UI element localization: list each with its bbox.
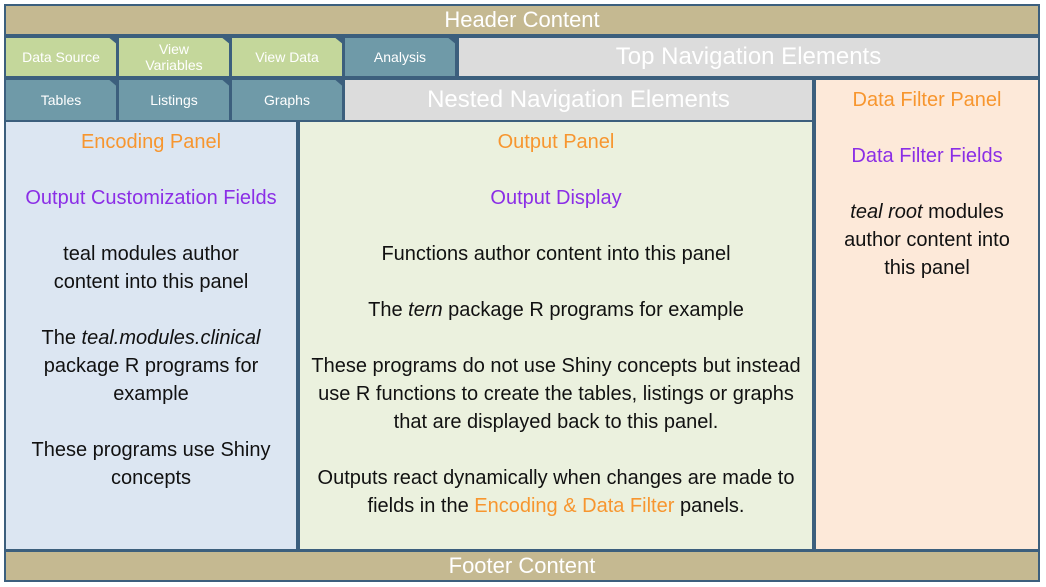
- data-filter-panel: Data Filter Panel Data Filter Fields tea…: [816, 80, 1038, 549]
- tab-view-variables[interactable]: View Variables: [119, 38, 229, 76]
- output-display: Output Display: [490, 187, 622, 209]
- tab-data-source[interactable]: Data Source: [6, 38, 116, 76]
- output-customization-fields: Output Customization Fields: [25, 187, 277, 209]
- output-panel-title: Output Panel: [497, 131, 615, 153]
- tab-analysis[interactable]: Analysis: [345, 38, 455, 76]
- encoding-panel-text-3: These programs use Shiny concepts: [31, 439, 271, 489]
- encoding-panel-title: Encoding Panel: [80, 131, 222, 153]
- tab-graphs[interactable]: Graphs: [232, 80, 342, 120]
- top-navigation-label: Top Navigation Elements: [459, 38, 1038, 76]
- encoding-panel: Encoding Panel Output Customization Fiel…: [6, 122, 296, 549]
- encoding-panel-text-2: The teal.modules.clinical package R prog…: [41, 327, 261, 405]
- data-filter-fields: Data Filter Fields: [851, 145, 1003, 167]
- output-panel-text-3: These programs do not use Shiny concepts…: [311, 355, 801, 433]
- tab-view-data[interactable]: View Data: [232, 38, 342, 76]
- footer-content: Footer Content: [6, 552, 1038, 580]
- output-panel-text-2: The tern package R programs for example: [368, 299, 744, 321]
- output-panel: Output Panel Output Display Functions au…: [300, 122, 812, 549]
- header-content: Header Content: [6, 6, 1038, 34]
- data-filter-panel-title: Data Filter Panel: [852, 89, 1002, 111]
- tab-listings[interactable]: Listings: [119, 80, 229, 120]
- tab-tables[interactable]: Tables: [6, 80, 116, 120]
- output-panel-text-4: Outputs react dynamically when changes a…: [317, 467, 795, 517]
- nested-navigation-label: Nested Navigation Elements: [345, 80, 812, 120]
- encoding-panel-text-1: teal modules author content into this pa…: [53, 243, 249, 293]
- data-filter-panel-text: teal root modules author content into th…: [844, 201, 1010, 279]
- output-panel-text-1: Functions author content into this panel: [381, 243, 731, 265]
